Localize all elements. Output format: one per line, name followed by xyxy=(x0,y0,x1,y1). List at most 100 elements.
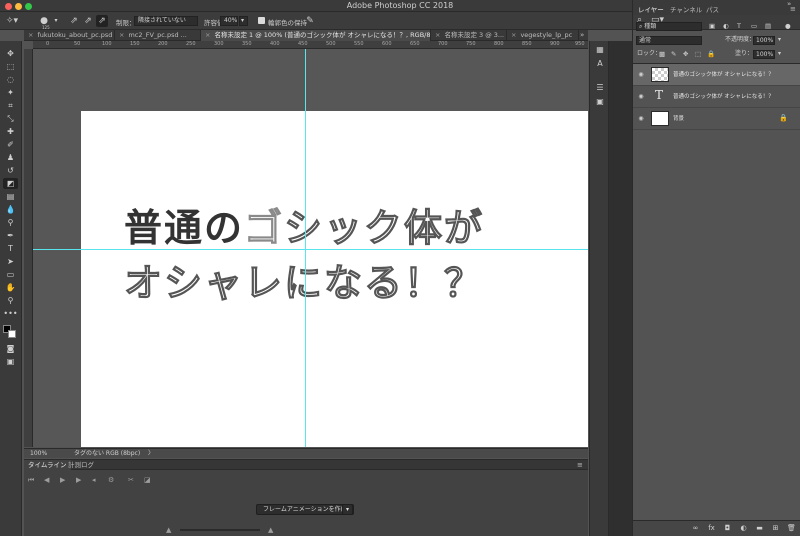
layer-row-raster[interactable]: ◉ 普通のゴシック体が オシャレになる！？ xyxy=(633,64,800,86)
quick-mask-icon[interactable]: ◙ xyxy=(3,343,18,354)
adjustment-layer-icon[interactable]: ◐ xyxy=(739,524,748,533)
filter-pixel-icon[interactable]: ▣ xyxy=(709,20,715,32)
close-icon[interactable]: × xyxy=(28,31,33,39)
close-icon[interactable]: × xyxy=(205,31,210,39)
timeline-zoom-slider[interactable] xyxy=(180,529,260,531)
more-tools-icon[interactable]: ••• xyxy=(3,308,18,319)
transition-icon[interactable]: ◪ xyxy=(144,476,151,484)
tab-vegestyle[interactable]: × vegestyle_lp_pc xyxy=(507,30,579,41)
eyedropper-tool-icon[interactable]: ⤡ xyxy=(3,113,18,124)
rectangle-tool-icon[interactable]: ▭ xyxy=(3,269,18,280)
subtract-selection-icon[interactable]: ⇗ xyxy=(96,15,108,27)
tab-layers[interactable]: レイヤー xyxy=(635,5,667,15)
gradient-tool-icon[interactable]: ▤ xyxy=(3,191,18,202)
zoom-in-icon[interactable]: ▲ xyxy=(268,526,273,534)
properties-panel-icon[interactable]: ☰ xyxy=(595,83,605,93)
tab-fukutoku[interactable]: × fukutoku_about_pc.psd xyxy=(24,30,115,41)
filter-shape-icon[interactable]: ▭ xyxy=(751,20,757,32)
zoom-tool-icon[interactable]: ⚲ xyxy=(3,295,18,306)
add-selection-icon[interactable]: ⇗ xyxy=(82,15,94,27)
new-selection-icon[interactable]: ⇗ xyxy=(68,15,80,27)
fx-icon[interactable]: fx xyxy=(707,524,716,533)
lock-transparent-icon[interactable]: ▩ xyxy=(659,48,665,60)
close-icon[interactable]: × xyxy=(435,31,440,39)
tab-untitled-3[interactable]: × 名称未設定 3 @ 3... xyxy=(431,30,507,41)
healing-brush-tool-icon[interactable]: ✚ xyxy=(3,126,18,137)
mode-select[interactable]: 隣接されていない xyxy=(134,16,198,26)
stamp-tool-icon[interactable]: ♟ xyxy=(3,152,18,163)
fill-field[interactable]: 100% xyxy=(753,50,775,59)
panel-menu-icon[interactable]: ≡ xyxy=(577,461,583,469)
magic-wand-tool-icon[interactable]: ✦ xyxy=(3,87,18,98)
add-mask-icon[interactable]: ◘ xyxy=(723,524,732,533)
history-brush-tool-icon[interactable]: ↺ xyxy=(3,165,18,176)
create-frame-animation-button[interactable]: フレームアニメーションを作成 xyxy=(256,504,354,515)
chevron-down-icon[interactable]: ▾ xyxy=(778,34,781,46)
brush-tool-icon[interactable]: ✐ xyxy=(3,139,18,150)
new-layer-icon[interactable]: ⊞ xyxy=(771,524,780,533)
move-tool-icon[interactable]: ✥ xyxy=(3,48,18,59)
libraries-panel-icon[interactable]: ▣ xyxy=(595,97,605,107)
close-icon[interactable]: × xyxy=(119,31,124,39)
vertical-guide[interactable] xyxy=(305,49,306,447)
trash-icon[interactable]: 🗑 xyxy=(787,524,796,533)
prev-frame-icon[interactable]: ◀ xyxy=(44,476,49,484)
close-icon[interactable]: × xyxy=(511,31,516,39)
filter-toggle-icon[interactable]: ● xyxy=(785,20,791,32)
lock-all-icon[interactable]: 🔒 xyxy=(707,48,715,60)
layer-row-background[interactable]: ◉ 背景 🔒 xyxy=(633,108,800,130)
tolerance-field[interactable]: 40% xyxy=(220,16,238,26)
tab-channels[interactable]: チャンネル xyxy=(667,5,705,15)
pen-tool-icon[interactable]: ✒ xyxy=(3,230,18,241)
horizontal-guide[interactable] xyxy=(33,249,588,250)
pressure-icon[interactable]: ✎ xyxy=(304,15,316,27)
path-selection-tool-icon[interactable]: ➤ xyxy=(3,256,18,267)
magic-eraser-tool-icon[interactable]: ✧▾ xyxy=(4,15,20,27)
audio-icon[interactable]: ◂ xyxy=(92,476,96,484)
panel-menu-icon[interactable]: ≡ xyxy=(790,5,796,13)
first-frame-icon[interactable]: ⏮ xyxy=(28,476,34,485)
marquee-tool-icon[interactable]: ⬚ xyxy=(3,61,18,72)
background-color-swatch[interactable] xyxy=(8,330,16,338)
play-icon[interactable]: ▶ xyxy=(60,476,65,484)
zoom-level[interactable]: 100% xyxy=(30,449,47,458)
next-frame-icon[interactable]: ▶ xyxy=(76,476,81,484)
eye-icon[interactable]: ◉ xyxy=(637,71,645,79)
opacity-field[interactable]: 100% xyxy=(753,36,775,45)
layer-row-text[interactable]: ◉ T 普通のゴシック体が オシャレになる！？ xyxy=(633,86,800,108)
settings-icon[interactable]: ⚙ xyxy=(108,476,114,484)
tab-paths[interactable]: パス xyxy=(703,5,722,15)
eraser-tool-icon[interactable]: ◩ xyxy=(3,178,18,189)
lock-position-icon[interactable]: ✥ xyxy=(683,48,688,60)
dodge-tool-icon[interactable]: ⚲ xyxy=(3,217,18,228)
crop-tool-icon[interactable]: ⌗ xyxy=(3,100,18,111)
tab-history-log[interactable]: 計測ログ xyxy=(64,460,98,470)
link-layers-icon[interactable]: ∞ xyxy=(691,524,700,533)
layer-filter-select[interactable]: ⌕ 種類 xyxy=(636,22,702,31)
lasso-tool-icon[interactable]: ◌ xyxy=(3,74,18,85)
preserve-detail-checkbox[interactable] xyxy=(258,17,265,24)
eye-icon[interactable]: ◉ xyxy=(637,115,645,123)
tab-untitled-1[interactable]: × 名称未設定 1 @ 100% (普通のゴシック体が オシャレになる！？, RG… xyxy=(201,30,431,41)
lock-artboard-icon[interactable]: ⬚ xyxy=(695,48,701,60)
chevron-down-icon[interactable]: ▾ xyxy=(52,15,60,27)
screen-mode-icon[interactable]: ▣ xyxy=(3,356,18,367)
lock-image-icon[interactable]: ✎ xyxy=(671,48,676,60)
filter-type-icon[interactable]: T xyxy=(737,20,741,32)
filter-smart-icon[interactable]: ▤ xyxy=(765,20,771,32)
split-icon[interactable]: ✂ xyxy=(128,476,134,484)
eye-icon[interactable]: ◉ xyxy=(637,93,645,101)
tabs-overflow-icon[interactable]: » xyxy=(580,31,584,39)
blend-mode-select[interactable]: 通常 xyxy=(636,36,702,45)
zoom-out-icon[interactable]: ▲ xyxy=(166,526,171,534)
hand-tool-icon[interactable]: ✋ xyxy=(3,282,18,293)
history-panel-icon[interactable]: ▦ xyxy=(595,45,605,55)
character-panel-icon[interactable]: A xyxy=(595,59,605,69)
blur-tool-icon[interactable]: 💧 xyxy=(3,204,18,215)
tolerance-dropdown[interactable]: ▾ xyxy=(239,16,248,26)
chevron-down-icon[interactable]: ▾ xyxy=(342,504,353,515)
filter-adjustment-icon[interactable]: ◐ xyxy=(723,20,729,32)
new-group-icon[interactable]: ▬ xyxy=(755,524,764,533)
type-tool-icon[interactable]: T xyxy=(3,243,18,254)
status-expand-icon[interactable]: 〉 xyxy=(148,449,154,458)
